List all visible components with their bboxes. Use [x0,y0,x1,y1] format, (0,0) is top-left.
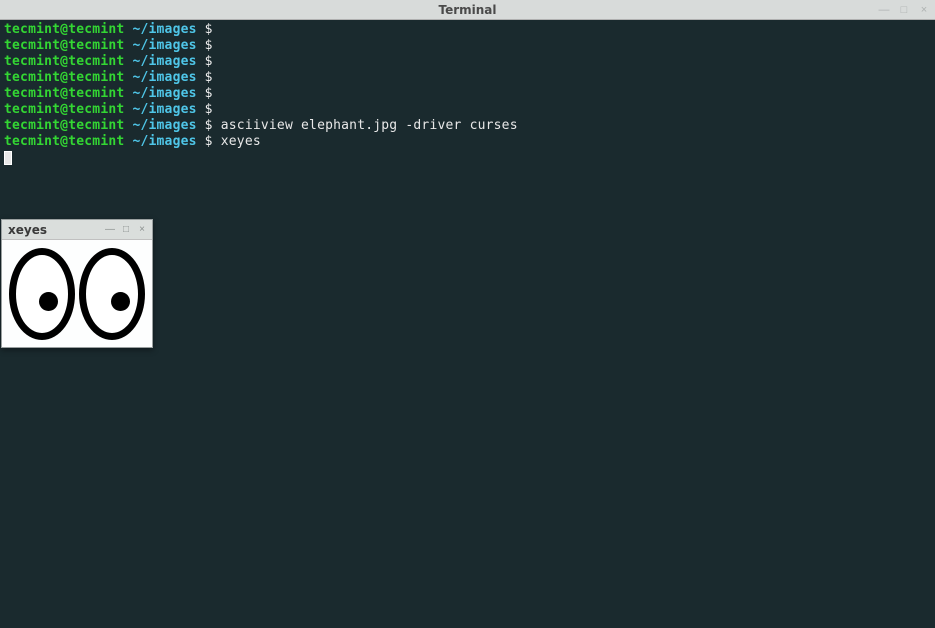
terminal-line: tecmint@tecmint ~/images $ [4,54,931,70]
prompt-user: tecmint@tecmint [4,22,124,37]
prompt-dollar: $ [197,102,213,117]
command-text: asciiview elephant.jpg -driver curses [213,118,518,133]
xeyes-title: xeyes [8,223,47,237]
prompt-path: ~/images [132,70,196,85]
terminal-title: Terminal [438,3,496,17]
prompt-user: tecmint@tecmint [4,70,124,85]
prompt-dollar: $ [197,134,213,149]
prompt-path: ~/images [132,118,196,133]
prompt-user: tecmint@tecmint [4,118,124,133]
terminal-line: tecmint@tecmint ~/images $ [4,102,931,118]
terminal-cursor-line [4,150,931,166]
prompt-dollar: $ [197,54,213,69]
xeyes-minimize-button[interactable]: — [104,224,116,236]
prompt-user: tecmint@tecmint [4,86,124,101]
prompt-user: tecmint@tecmint [4,102,124,117]
terminal-titlebar[interactable]: Terminal — □ × [0,0,935,20]
terminal-line: tecmint@tecmint ~/images $ [4,22,931,38]
cursor-icon [4,151,12,165]
prompt-user: tecmint@tecmint [4,54,124,69]
prompt-path: ~/images [132,134,196,149]
prompt-path: ~/images [132,22,196,37]
terminal-window-controls: — □ × [877,3,931,17]
xeyes-close-button[interactable]: × [136,224,148,236]
xeyes-maximize-button[interactable]: □ [120,224,132,236]
xeyes-canvas [2,240,152,347]
prompt-path: ~/images [132,102,196,117]
left-eye-icon [9,248,75,340]
xeyes-window-controls: — □ × [104,224,148,236]
command-text: xeyes [213,134,261,149]
maximize-button[interactable]: □ [897,3,911,17]
prompt-dollar: $ [197,70,213,85]
prompt-path: ~/images [132,86,196,101]
terminal-line: tecmint@tecmint ~/images $ [4,70,931,86]
terminal-line: tecmint@tecmint ~/images $ [4,86,931,102]
prompt-path: ~/images [132,54,196,69]
prompt-user: tecmint@tecmint [4,38,124,53]
xeyes-window[interactable]: xeyes — □ × [1,219,153,348]
right-pupil-icon [111,292,130,311]
terminal-line: tecmint@tecmint ~/images $ asciiview ele… [4,118,931,134]
close-button[interactable]: × [917,3,931,17]
terminal-body[interactable]: tecmint@tecmint ~/images $ tecmint@tecmi… [0,20,935,168]
terminal-line: tecmint@tecmint ~/images $ xeyes [4,134,931,150]
terminal-line: tecmint@tecmint ~/images $ [4,38,931,54]
prompt-user: tecmint@tecmint [4,134,124,149]
xeyes-titlebar[interactable]: xeyes — □ × [2,220,152,240]
prompt-dollar: $ [197,86,213,101]
prompt-dollar: $ [197,118,213,133]
prompt-path: ~/images [132,38,196,53]
prompt-dollar: $ [197,38,213,53]
right-eye-icon [79,248,145,340]
prompt-dollar: $ [197,22,213,37]
minimize-button[interactable]: — [877,3,891,17]
left-pupil-icon [39,292,58,311]
